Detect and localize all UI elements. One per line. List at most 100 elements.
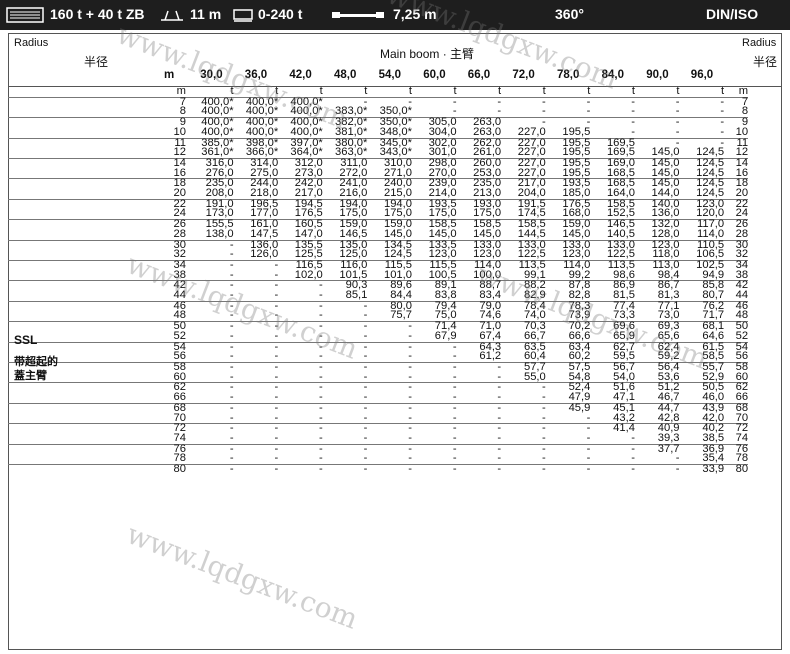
- load-cell: -: [542, 411, 546, 424]
- load-cell: -: [229, 289, 234, 302]
- side-spacer: [8, 250, 144, 260]
- radius-label-en-right: Radius: [742, 37, 777, 49]
- side-spacer: [8, 280, 144, 292]
- boom-length-9: 84,0: [601, 69, 624, 81]
- table-row: 26 155,5 161,0 160,5 159,0 159,0 158,5 158,5 158…: [8, 218, 749, 230]
- radius-cell-right: 80: [724, 463, 749, 475]
- side-spacer: [8, 137, 144, 149]
- load-cell: -: [189, 239, 234, 250]
- load-cell: -: [322, 443, 368, 454]
- load-cell: -: [233, 361, 279, 373]
- side-spacer: [8, 271, 144, 281]
- load-cell: -: [189, 402, 234, 414]
- load-cell: -: [456, 96, 502, 107]
- side-spacer: [8, 189, 144, 199]
- load-cell: -: [274, 411, 279, 424]
- counterweight-icon: [233, 9, 253, 22]
- load-cell: -: [590, 96, 635, 107]
- load-cell: -: [545, 443, 591, 454]
- load-unit: t: [498, 85, 502, 97]
- load-cell: -: [456, 422, 502, 434]
- side-spacer: [8, 300, 144, 312]
- load-cell: 61,2: [479, 350, 502, 363]
- load-cell: -: [278, 463, 323, 475]
- side-spacer: [8, 321, 144, 332]
- load-cell: -: [319, 329, 323, 342]
- load-chart: Radius 半径 Main boom · 主臂 Radius 半径 m 30,…: [8, 33, 782, 650]
- load-unit: t: [453, 85, 457, 97]
- load-cell: -: [452, 391, 457, 404]
- table-row: 46- - - -80,0 79,4 79,0 78,4 78,3 77,4 77,1 76,2 46: [8, 300, 749, 312]
- load-table: m t t t t t t t t t t t t m 7 400,0* 400,0* 400,0* - - - - - - -…: [8, 85, 749, 475]
- load-cell: -: [456, 402, 502, 414]
- load-cell: -: [679, 96, 725, 107]
- table-row: 48- - - -75,7 75,0 74,6 74,0 73,9 73,3 73,0 71,7 48: [8, 309, 749, 322]
- load-cell: -: [411, 443, 457, 454]
- load-cell: -: [363, 391, 368, 404]
- outrigger-width-label: 11 m: [190, 6, 222, 22]
- side-spacer: [8, 393, 144, 403]
- load-cell: -: [452, 411, 457, 424]
- load-cell: -: [189, 382, 234, 393]
- load-cell: -: [189, 341, 234, 352]
- load-cell: -: [497, 431, 502, 444]
- load-cell: -: [542, 431, 546, 444]
- side-spacer: [8, 209, 144, 219]
- load-cell: -: [274, 431, 279, 444]
- load-cell: -: [675, 105, 680, 118]
- load-cell: -: [322, 361, 368, 373]
- load-cell: -: [497, 391, 502, 404]
- load-cell: -: [278, 422, 323, 434]
- load-cell: -: [631, 452, 635, 465]
- table-row: 52- - - - -67,9 67,4 66,7 66,6 65,9 65,6 64,6 52: [8, 329, 749, 342]
- radius-label-zh-right: 半径: [753, 55, 778, 69]
- load-cell: -: [233, 341, 279, 352]
- load-cell: -: [631, 431, 635, 444]
- boom-base-label: 7,25 m: [393, 6, 437, 22]
- load-cell: 55,0: [523, 370, 546, 383]
- load-cell: 138,0: [205, 227, 234, 240]
- radius-label-en-left: Radius: [14, 37, 49, 49]
- unit-row: mttttttttttttm: [8, 85, 748, 97]
- side-spacer: [8, 87, 144, 97]
- table-row: 11 385,0* 398,0* 397,0* 380,0* 345,0* 302,0 262…: [8, 137, 749, 149]
- load-cell: -: [542, 452, 546, 465]
- load-cell: -: [501, 402, 546, 414]
- table-row: 10 400,0* 400,0* 400,0* 381,0* 348,0* 304,0 263…: [8, 125, 749, 138]
- load-cell: -: [233, 443, 279, 454]
- load-cell: -: [229, 268, 234, 281]
- load-cell: -: [501, 463, 546, 475]
- boom-length-6: 66,0: [467, 69, 491, 81]
- load-cell: 45,9: [545, 402, 591, 414]
- side-spacer: [8, 219, 144, 230]
- support-base-icon: [161, 10, 183, 21]
- load-cell: -: [322, 402, 368, 414]
- side-spacer: [8, 178, 144, 190]
- load-cell: -: [189, 300, 234, 311]
- load-cell: -: [229, 309, 234, 322]
- boom-length-2: 42,0: [289, 69, 312, 81]
- load-unit: t: [721, 85, 725, 97]
- load-unit: t: [587, 85, 591, 97]
- load-cell: -: [408, 431, 412, 444]
- load-cell: -: [363, 350, 368, 363]
- boom-length-0: 30,0: [200, 69, 223, 81]
- load-cell: -: [274, 289, 279, 302]
- slew-label: 360°: [555, 6, 584, 22]
- boom-length-8: 78,0: [557, 69, 580, 81]
- load-cell: -: [367, 422, 412, 434]
- load-cell: -: [363, 309, 368, 322]
- load-cell: -: [319, 370, 323, 383]
- load-cell: -: [229, 370, 234, 383]
- load-cell: -: [274, 268, 279, 281]
- capacity-label: 160 t + 40 t ZB: [50, 6, 145, 22]
- load-cell: -: [586, 452, 591, 465]
- load-cell: -: [501, 96, 546, 107]
- load-cell: -: [497, 370, 502, 383]
- load-cell: -: [675, 125, 680, 138]
- table-row: 24 173,0 177,0 176,5 175,0 175,0 175,0 175,0 174…: [8, 208, 749, 219]
- side-spacer: [8, 169, 144, 179]
- side-spacer: [8, 464, 144, 475]
- load-cell: -: [319, 391, 323, 404]
- load-cell: -: [720, 125, 725, 138]
